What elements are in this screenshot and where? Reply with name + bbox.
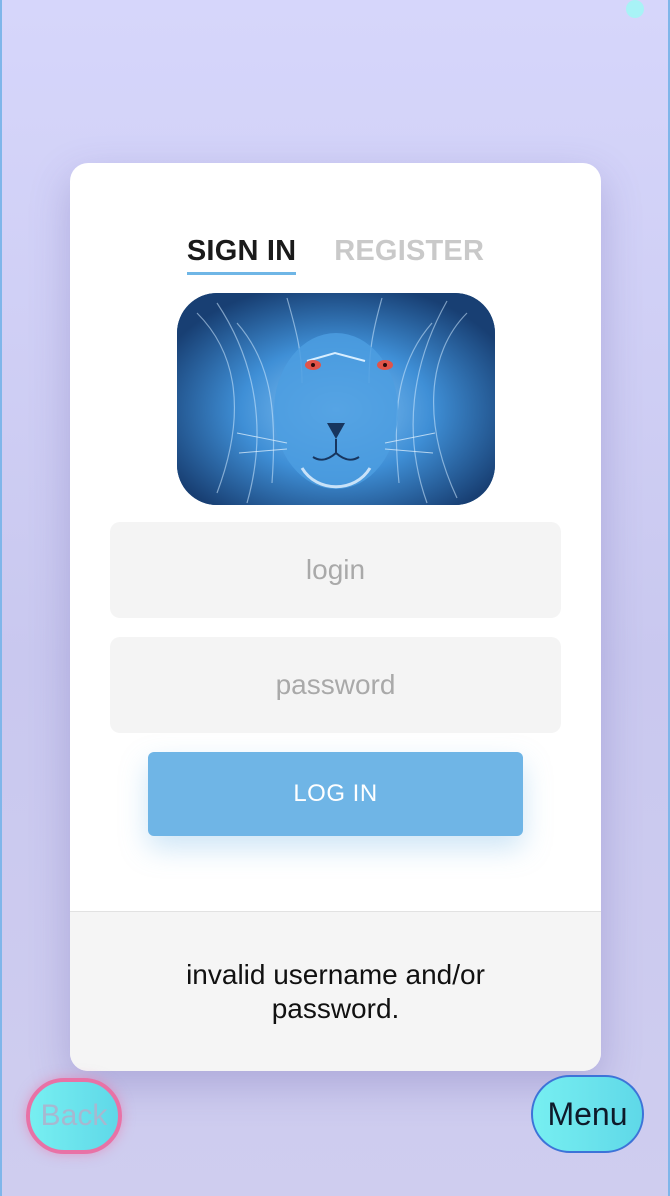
lion-image	[177, 293, 495, 505]
log-in-button[interactable]: LOG IN	[148, 752, 523, 836]
tab-sign-in[interactable]: SIGN IN	[186, 235, 297, 275]
auth-tabs: SIGN IN REGISTER	[70, 235, 601, 275]
error-message: invalid username and/or password.	[186, 959, 485, 1024]
message-area: invalid username and/or password.	[70, 911, 601, 1071]
login-input[interactable]	[110, 522, 561, 618]
menu-button[interactable]: Menu	[531, 1075, 644, 1153]
back-button[interactable]: Back	[26, 1078, 122, 1154]
login-card: SIGN IN REGISTER login LOG IN invalid us…	[70, 163, 601, 1071]
password-input[interactable]	[110, 637, 561, 733]
tab-register[interactable]: REGISTER	[334, 235, 484, 275]
status-dot	[626, 0, 644, 18]
